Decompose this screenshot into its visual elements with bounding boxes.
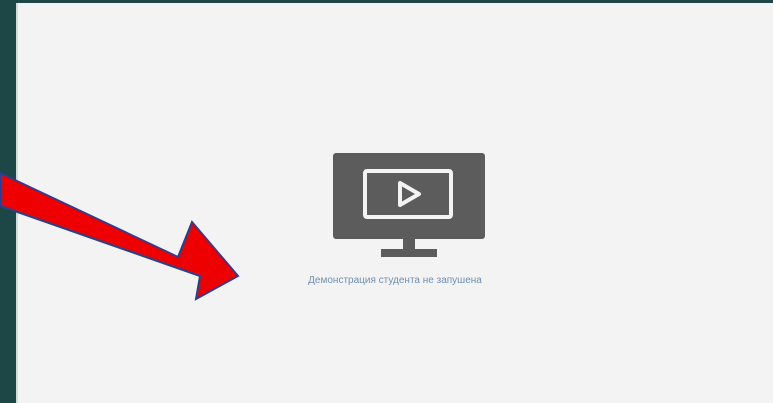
demo-status-message: Демонстрация студента не запушена — [308, 275, 482, 286]
student-demo-panel: Демонстрация студента не запушена — [16, 3, 773, 403]
monitor-play-icon — [333, 153, 485, 257]
